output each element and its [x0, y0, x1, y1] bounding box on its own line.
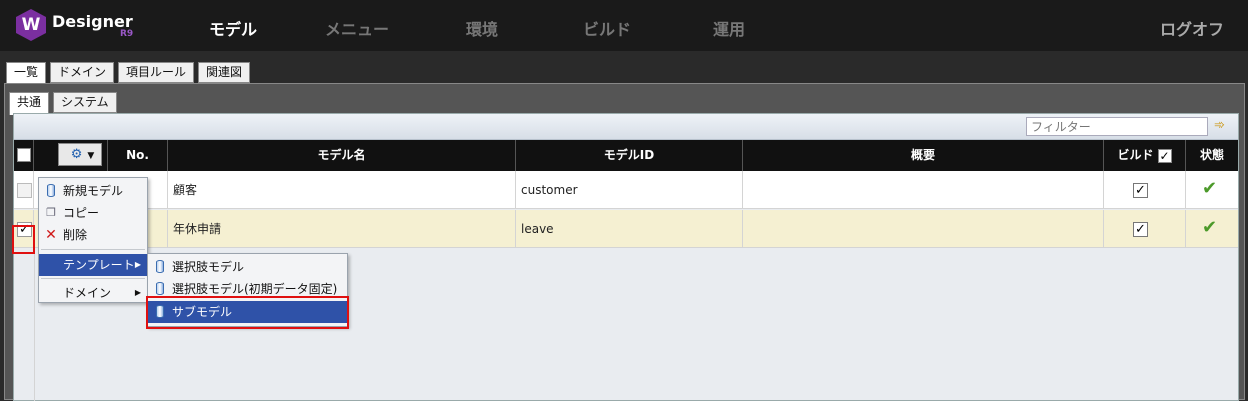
build-all-checkbox[interactable]: ✓ — [1157, 148, 1172, 163]
tab-panel: 共通 システム ➾ ⚙▼ No. モデル名 モデルID 概要 — [4, 83, 1245, 401]
row-check-cell — [14, 171, 34, 209]
nav-menu[interactable]: メニュー — [325, 16, 389, 40]
database-icon — [154, 259, 166, 275]
nav-model[interactable]: モデル — [209, 16, 257, 40]
database-icon — [154, 281, 166, 297]
row-model-name[interactable]: 年休申請 — [168, 210, 516, 248]
tab-list[interactable]: 一覧 — [6, 62, 47, 85]
delete-icon: ✕ — [45, 227, 57, 243]
header-build-label: ビルド — [1117, 148, 1154, 162]
logo-sub: R9 — [120, 29, 134, 39]
tab-item-rules[interactable]: 項目ルール — [118, 62, 195, 83]
row-summary — [743, 210, 1104, 248]
highlight-submodel-annotation — [146, 296, 349, 329]
menu-item-new-model[interactable]: 新規モデル — [39, 180, 147, 202]
header-summary[interactable]: 概要 — [743, 140, 1104, 171]
header-no[interactable]: No. — [108, 140, 168, 171]
menu-item-label: ドメイン — [63, 286, 112, 300]
tab-relation-diagram[interactable]: 関連図 — [198, 62, 251, 83]
row-build-checkbox[interactable]: ✓ — [1133, 222, 1148, 237]
row-status-cell: ✔ — [1186, 171, 1238, 209]
row-model-id[interactable]: leave — [516, 210, 743, 248]
row-build-cell: ✓ — [1104, 171, 1186, 209]
row-build-cell: ✓ — [1104, 210, 1186, 248]
database-icon — [45, 183, 57, 199]
nav-environment[interactable]: 環境 — [466, 16, 498, 40]
top-bar: W Designer R9 モデル メニュー 環境 ビルド 運用 ログオフ — [0, 0, 1248, 51]
arrow-right-icon: ▶ — [134, 288, 141, 297]
logo-mark: W — [16, 9, 46, 41]
menu-item-copy[interactable]: ❐ コピー — [39, 202, 147, 224]
menu-item-label: 新規モデル — [63, 184, 124, 198]
table-row[interactable]: 顧客 customer ✓ ✔ — [14, 171, 1238, 209]
tab-common[interactable]: 共通 — [9, 92, 50, 115]
row-model-name[interactable]: 顧客 — [168, 171, 516, 209]
tab-domain[interactable]: ドメイン — [50, 62, 115, 83]
menu-item-template[interactable]: テンプレート ▶ — [39, 254, 147, 276]
menu-separator — [41, 278, 145, 279]
header-model-name[interactable]: モデル名 — [168, 140, 516, 171]
menu-separator — [41, 249, 145, 250]
menu-item-label: テンプレート — [63, 258, 135, 272]
table-row[interactable]: ✓ 年休申請 leave ✓ ✔ — [14, 210, 1238, 248]
submenu-item-choice-model[interactable]: 選択肢モデル — [148, 256, 347, 278]
gear-icon: ⚙ — [70, 147, 83, 162]
filter-go-icon[interactable]: ➾ — [1214, 119, 1230, 133]
row-status-cell: ✔ — [1186, 210, 1238, 248]
main-tabs: 一覧 ドメイン 項目ルール 関連図 — [6, 62, 254, 85]
menu-item-label: コピー — [63, 206, 100, 220]
menu-item-label: 削除 — [63, 228, 88, 242]
header-build[interactable]: ビルド ✓ — [1104, 140, 1186, 171]
menu-item-delete[interactable]: ✕ 削除 — [39, 224, 147, 246]
row-checkbox[interactable] — [17, 183, 32, 198]
row-model-id[interactable]: customer — [516, 171, 743, 209]
highlight-checkbox-annotation — [12, 225, 35, 254]
nav-operation[interactable]: 運用 — [713, 16, 745, 40]
row-summary — [743, 171, 1104, 209]
action-menu-button[interactable]: ⚙ ▼ — [58, 143, 102, 166]
arrow-right-icon: ▶ — [134, 260, 141, 269]
select-all-checkbox[interactable] — [17, 148, 31, 162]
check-icon: ✔ — [1202, 217, 1218, 238]
sub-tabs: 共通 システム — [9, 92, 121, 115]
action-menu: 新規モデル ❐ コピー ✕ 削除 テンプレート ▶ ドメイン ▶ — [38, 177, 148, 303]
menu-item-domain[interactable]: ドメイン ▶ — [39, 282, 147, 304]
header-model-id[interactable]: モデルID — [516, 140, 743, 171]
header-status[interactable]: 状態 — [1186, 140, 1238, 171]
logout-link[interactable]: ログオフ — [1160, 16, 1224, 40]
copy-icon: ❐ — [46, 206, 56, 219]
submenu-item-label: 選択肢モデル — [172, 260, 245, 274]
header-check-cell — [14, 140, 34, 171]
caret-down-icon: ▼ — [87, 151, 95, 161]
nav-build[interactable]: ビルド — [583, 16, 631, 40]
filter-input[interactable] — [1026, 117, 1208, 136]
table-header: ⚙ ▼ No. モデル名 モデルID 概要 ビルド ✓ 状態 — [14, 140, 1238, 171]
app-logo[interactable]: W Designer R9 — [16, 9, 146, 43]
header-action-cell: ⚙ ▼ — [34, 140, 108, 171]
filter-bar: ➾ — [14, 114, 1238, 140]
tab-system[interactable]: システム — [53, 92, 117, 113]
submenu-item-label: 選択肢モデル(初期データ固定) — [172, 282, 338, 296]
check-icon: ✔ — [1202, 178, 1218, 199]
grid-divider — [34, 249, 35, 401]
page-body: 一覧 ドメイン 項目ルール 関連図 共通 システム ➾ ⚙▼ — [0, 51, 1248, 401]
row-build-checkbox[interactable]: ✓ — [1133, 183, 1148, 198]
